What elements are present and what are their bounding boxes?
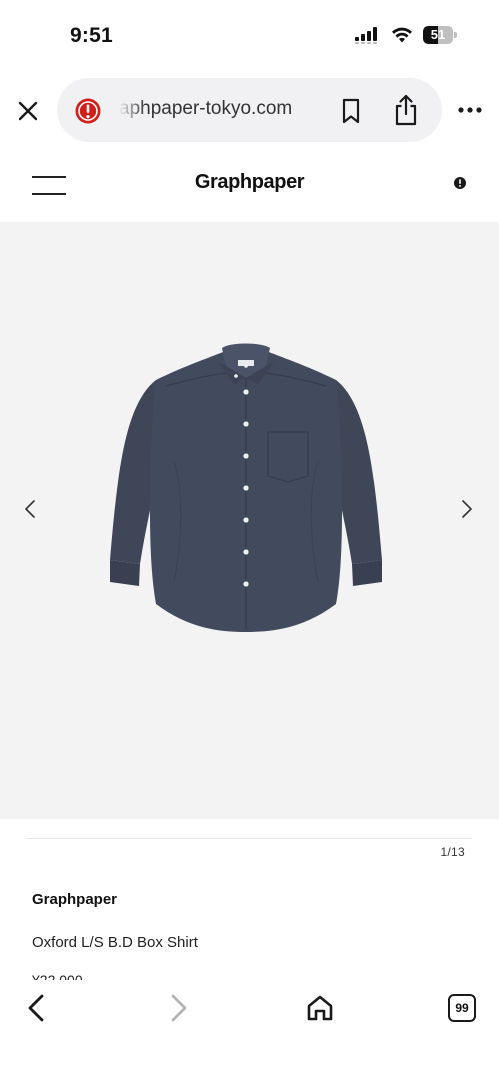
close-icon [18,101,38,121]
chevron-left-icon [25,500,35,518]
back-icon[interactable] [22,992,52,1024]
product-name: Oxford L/S B.D Box Shirt [32,934,198,951]
product-image [110,343,382,632]
cart-indicator-icon[interactable] [453,176,467,190]
status-icons: 51 [355,26,457,44]
address-bar[interactable]: aphpaper-tokyo.com [57,78,442,142]
divider [26,838,472,839]
site-logo[interactable]: Graphpaper [0,171,499,194]
site-header: Graphpaper [0,158,499,222]
forward-icon[interactable] [163,992,193,1024]
home-icon[interactable] [304,992,336,1024]
battery-level: 51 [430,27,446,42]
gallery-next-button[interactable] [455,494,479,524]
status-time: 9:51 [70,24,113,47]
url-text[interactable]: aphpaper-tokyo.com [119,98,319,120]
browser-bottom-toolbar: 99 [0,980,499,1080]
chevron-right-icon [462,500,472,518]
share-icon[interactable] [392,93,420,127]
gallery-prev-button[interactable] [18,494,42,524]
status-bar: 9:51 51 [0,0,499,70]
product-gallery[interactable] [0,222,499,819]
bookmark-icon[interactable] [339,97,363,125]
wifi-icon [392,27,412,43]
product-brand[interactable]: Graphpaper [32,891,117,908]
battery-icon: 51 [423,26,457,44]
page: 9:51 51 aphpaper-tokyo.com Graphpaper 1/… [0,0,499,1080]
tabs-icon[interactable]: 99 [448,994,476,1022]
browser-url-row: aphpaper-tokyo.com [0,78,499,144]
more-icon[interactable] [455,102,487,118]
gallery-counter: 1/13 [440,845,465,859]
close-button[interactable] [14,97,42,125]
warning-icon[interactable] [74,97,102,125]
cellular-signal-icon [355,27,377,44]
